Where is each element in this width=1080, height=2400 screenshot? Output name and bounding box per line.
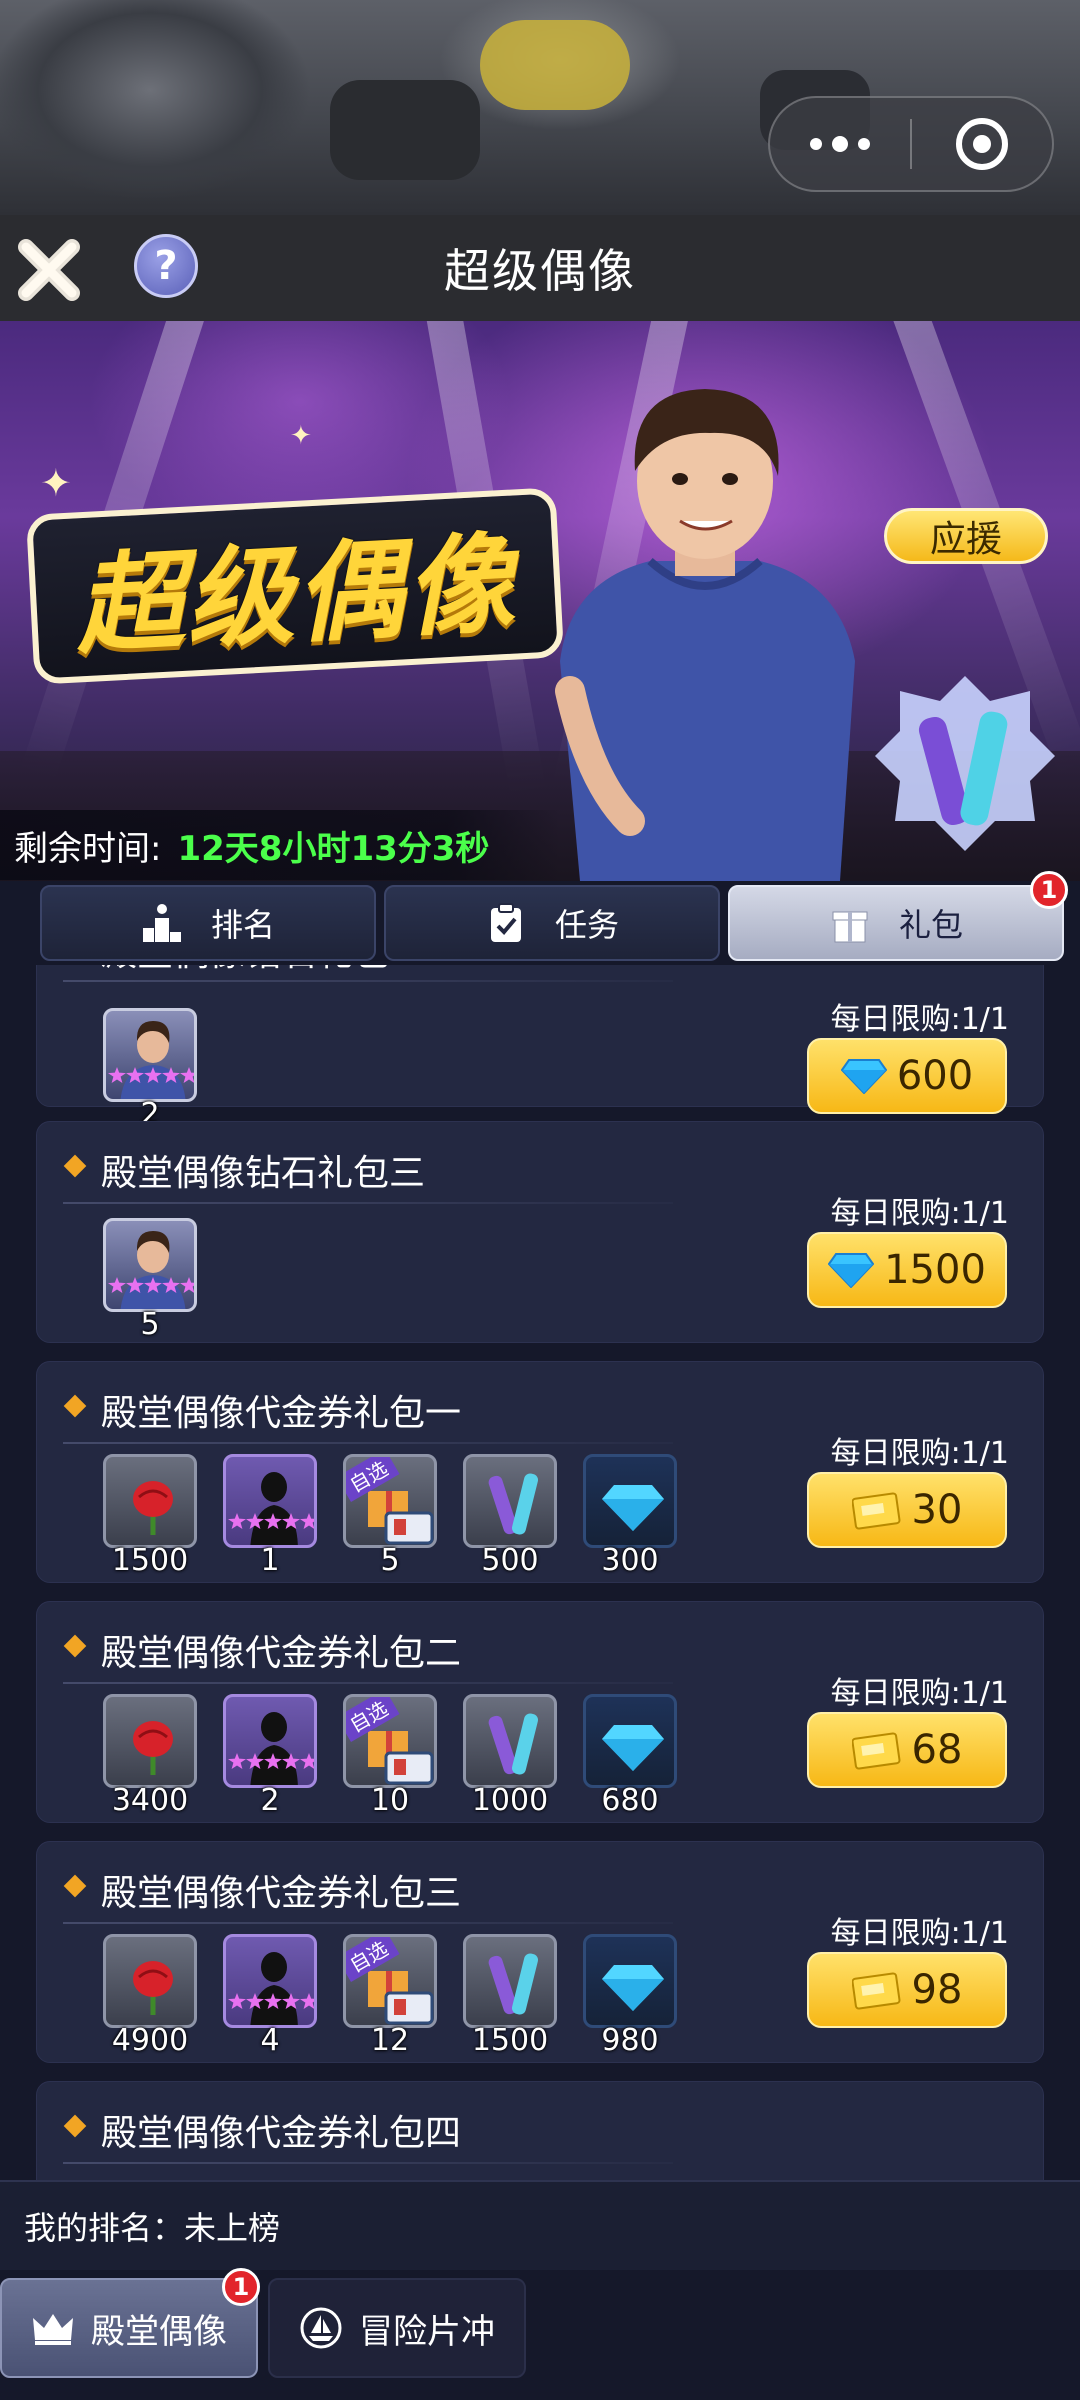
gift-pack-name: 殿堂偶像代金券礼包三 [101, 1873, 462, 1914]
gift-pack-card: 殿堂偶像钻石礼包三 每日限购:1/1 1500 5 [36, 1121, 1044, 1343]
purchase-limit: 每日限购:1/1 [830, 1196, 1009, 1231]
reward-item[interactable]: 1500 [103, 1454, 197, 1578]
sparkle-icon: ✦ [40, 461, 72, 505]
purchase-limit: 每日限购:1/1 [830, 1916, 1009, 1951]
buy-button[interactable]: 600 [807, 1038, 1007, 1114]
purchase-limit: 每日限购:1/1 [830, 1436, 1009, 1471]
rose-icon [103, 1694, 197, 1788]
gift-pack-name: 殿堂偶像代金券礼包二 [101, 1633, 462, 1674]
gift-pack-list[interactable]: 殿堂偶像钻石礼包二 每日限购:1/1 600 2 殿堂偶像钻石礼包三 每日限购:… [0, 965, 1080, 2180]
more-menu-button[interactable] [770, 98, 910, 190]
podium-icon [142, 904, 181, 942]
bottom-tab-bar: 殿堂偶像 1 冒险片冲 [0, 2268, 1080, 2400]
tab-tasks[interactable]: 任务 [384, 885, 720, 961]
gift-pack-card: 殿堂偶像代金券礼包二 每日限购:1/1 68 3400 2 自选 10 1000… [36, 1601, 1044, 1823]
buy-button[interactable]: 68 [807, 1712, 1007, 1788]
idol-card-icon [103, 1218, 197, 1312]
more-dot-icon [858, 138, 870, 150]
notification-badge: 1 [1030, 871, 1068, 909]
reward-item[interactable]: 2 [103, 1008, 197, 1132]
silhouette-card-icon [223, 1934, 317, 2028]
notification-badge: 1 [222, 2268, 260, 2306]
help-icon[interactable]: ? [134, 234, 198, 298]
voucher-icon [851, 1492, 901, 1530]
diamond-icon [840, 1059, 887, 1094]
diamond-icon [583, 1934, 677, 2028]
my-ranking-value: 未上榜 [184, 2209, 281, 2247]
remaining-time: 剩余时间: 12天8小时13分3秒 [0, 810, 560, 880]
reward-item[interactable]: 1000 [463, 1694, 557, 1818]
gift-pack-card: 殿堂偶像钻石礼包二 每日限购:1/1 600 2 [36, 965, 1044, 1132]
tab-gift-packs[interactable]: 礼包 1 [728, 871, 1068, 961]
tab-ranking[interactable]: 排名 [40, 885, 376, 961]
more-dot-icon [832, 136, 848, 152]
idol-card-icon [103, 1008, 197, 1102]
my-ranking: 我的排名： 未上榜 [0, 2180, 1080, 2270]
rose-icon [103, 1934, 197, 2028]
reward-item[interactable]: 自选 5 [343, 1454, 437, 1578]
gift-pack-name: 殿堂偶像钻石礼包三 [101, 1153, 426, 1194]
glow-stick-icon [463, 1454, 557, 1548]
purchase-limit: 每日限购:1/1 [830, 1676, 1009, 1711]
reward-item[interactable]: 680 [583, 1694, 677, 1818]
buy-button[interactable]: 1500 [807, 1232, 1007, 1308]
event-logo: 超级偶像 [25, 487, 565, 685]
tab-hall-of-fame[interactable]: 殿堂偶像 1 [0, 2268, 260, 2378]
sailboat-icon [300, 2307, 342, 2349]
diamond-icon [583, 1694, 677, 1788]
sparkle-icon: ✦ [290, 421, 312, 451]
tab-adventure[interactable]: 冒险片冲 [268, 2278, 526, 2378]
exit-miniprogram-button[interactable] [912, 98, 1052, 190]
miniprogram-capsule [768, 96, 1054, 192]
rose-icon [103, 1454, 197, 1548]
more-dot-icon [810, 138, 822, 150]
reward-item[interactable]: 自选 12 [343, 1934, 437, 2058]
close-icon[interactable] [14, 235, 84, 305]
gift-pack-name: 殿堂偶像钻石礼包二 [101, 965, 425, 976]
page-title: 超级偶像 [444, 244, 636, 298]
silhouette-card-icon [223, 1454, 317, 1548]
gift-pack-name: 殿堂偶像代金券礼包四 [101, 2113, 462, 2154]
gift-pack-card: 殿堂偶像代金券礼包四 [36, 2081, 1044, 2180]
gift-pack-name: 殿堂偶像代金券礼包一 [101, 1393, 462, 1434]
optional-gift-icon: 自选 [343, 1454, 437, 1548]
target-icon [955, 118, 1008, 170]
clipboard-check-icon [490, 903, 521, 942]
reward-item[interactable]: 自选 10 [343, 1694, 437, 1818]
crown-icon [33, 2314, 73, 2345]
silhouette-card-icon [223, 1694, 317, 1788]
glow-stick-icon [463, 1694, 557, 1788]
purchase-limit: 每日限购:1/1 [830, 1002, 1009, 1037]
reward-item[interactable]: 500 [463, 1454, 557, 1578]
reward-item[interactable]: 980 [583, 1934, 677, 2058]
reward-item[interactable]: 1 [223, 1454, 317, 1578]
idol-character-illustration [555, 389, 855, 881]
cheer-button[interactable]: 应援 [884, 508, 1048, 564]
gift-icon [832, 911, 868, 943]
reward-item[interactable]: 4 [223, 1934, 317, 2058]
reward-item[interactable]: 300 [583, 1454, 677, 1578]
remaining-time-label: 剩余时间: [14, 828, 162, 869]
diamond-icon [828, 1253, 875, 1288]
reward-item[interactable]: 1500 [463, 1934, 557, 2058]
event-banner: ✦ ✦ 超级偶像 [0, 321, 1080, 881]
tab-bar: 排名 任务 礼包 1 [0, 871, 1080, 965]
diamond-icon [583, 1454, 677, 1548]
remaining-time-value: 12天8小时13分3秒 [177, 828, 490, 869]
voucher-icon [851, 1732, 901, 1770]
gift-pack-card: 殿堂偶像代金券礼包一 每日限购:1/1 30 1500 1 自选 5 500 3… [36, 1361, 1044, 1583]
gift-pack-card: 殿堂偶像代金券礼包三 每日限购:1/1 98 4900 4 自选 12 1500… [36, 1841, 1044, 2063]
glow-stick-icon [463, 1934, 557, 2028]
optional-gift-icon: 自选 [343, 1694, 437, 1788]
buy-button[interactable]: 30 [807, 1472, 1007, 1548]
optional-gift-icon: 自选 [343, 1934, 437, 2028]
my-ranking-label: 我的排名： [24, 2209, 185, 2247]
reward-item[interactable]: 2 [223, 1694, 317, 1818]
reward-item[interactable]: 5 [103, 1218, 197, 1342]
reward-item[interactable]: 3400 [103, 1694, 197, 1818]
buy-button[interactable]: 98 [807, 1952, 1007, 2028]
voucher-icon [851, 1972, 901, 2010]
cheer-glowstick-icon[interactable] [870, 671, 1060, 881]
reward-item[interactable]: 4900 [103, 1934, 197, 2058]
